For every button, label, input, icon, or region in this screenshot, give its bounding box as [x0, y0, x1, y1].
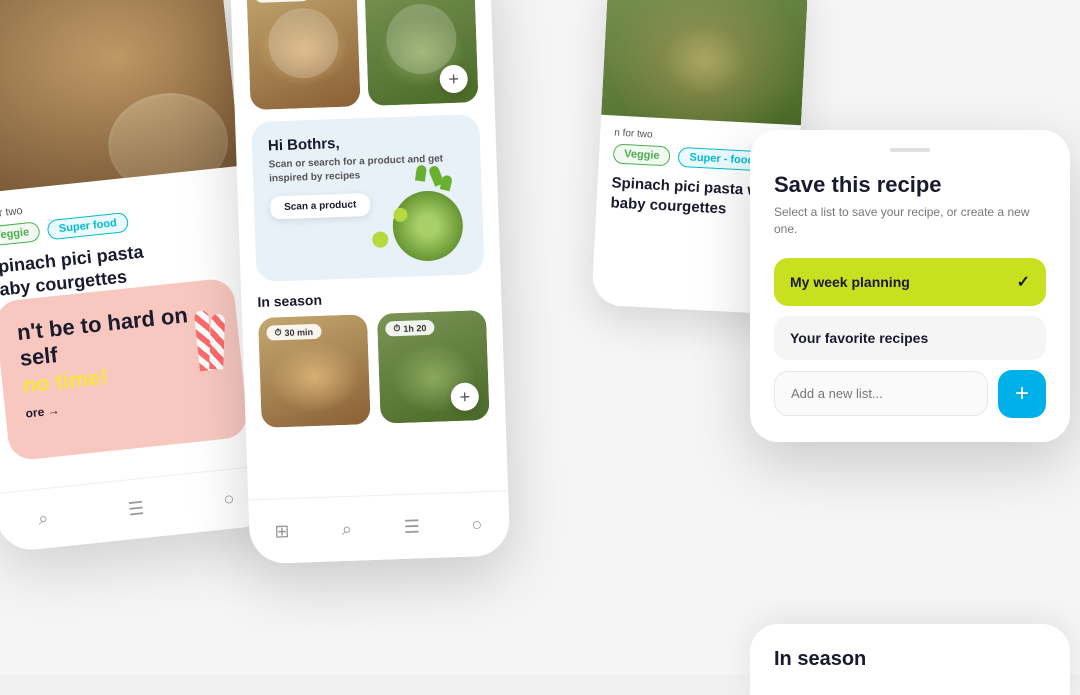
nav-user-icon[interactable]: ○ — [216, 486, 242, 512]
recipe-thumb-1: ⏱ 30 min — [246, 0, 360, 110]
phone2-top-row: ⏱ 30 min ⏱ 1h 20 + — [230, 0, 495, 111]
lime-1 — [372, 231, 389, 248]
add-list-input[interactable] — [774, 371, 988, 416]
tag-veggie: Veggie — [0, 221, 41, 247]
app-scene: n for two Veggie Super food Spinach pici… — [0, 0, 1080, 675]
time-badge-3: ⏱ 30 min — [266, 324, 321, 341]
hi-card: Hi Bothrs, Scan or search for a product … — [251, 114, 484, 282]
list-option-week-planning[interactable]: My week planning ✓ — [774, 258, 1046, 306]
season-thumb-2: ⏱ 1h 20 + — [377, 310, 490, 424]
food-circle-1 — [267, 7, 339, 79]
in-season-bottom-title: In season — [774, 648, 1046, 671]
checkmark-icon: ✓ — [1017, 272, 1030, 292]
in-season-bottom: In season — [750, 624, 1070, 695]
add-list-row: + — [774, 370, 1046, 418]
scan-button[interactable]: Scan a product — [270, 193, 371, 219]
phone-card-2: ⏱ 30 min ⏱ 1h 20 + Hi Bothrs, — [230, 0, 511, 564]
nav-list-icon[interactable]: ☰ — [123, 496, 149, 522]
recipe-thumb-2: ⏱ 1h 20 + — [364, 0, 478, 106]
time-badge-4: ⏱ 1h 20 — [385, 320, 435, 337]
phone2-nav-home-icon[interactable]: ⊞ — [270, 519, 295, 544]
phone2-bottom-nav: ⊞ ⌕ ☰ ○ — [248, 490, 510, 564]
tag-superfood: Super food — [47, 212, 129, 240]
phone2-nav-search-icon[interactable]: ⌕ — [334, 517, 359, 542]
phone2-nav-list-icon[interactable]: ☰ — [399, 514, 424, 539]
phone3-tag-veggie: Veggie — [613, 143, 671, 166]
candy-cane-decoration — [164, 288, 232, 374]
season-thumb-1: ⏱ 30 min — [258, 314, 371, 428]
add-fab-season[interactable]: + — [450, 382, 479, 411]
save-recipe-title: Save this recipe — [774, 172, 1046, 198]
food-image-top — [0, 0, 241, 195]
season-thumbs: ⏱ 30 min ⏱ 1h 20 + — [242, 309, 506, 428]
list-option-favorites[interactable]: Your favorite recipes — [774, 316, 1046, 360]
nav-search-icon[interactable]: ⌕ — [30, 506, 56, 532]
food-circle-2 — [385, 3, 457, 75]
hi-greeting: Hi Bothrs, — [268, 131, 464, 155]
bottom-sheet-handle — [890, 148, 930, 152]
candy-stick-2 — [209, 314, 225, 369]
microgreen-3 — [440, 174, 453, 191]
save-recipe-desc: Select a list to save your recipe, or cr… — [774, 204, 1046, 238]
herb-decoration — [392, 190, 464, 262]
add-list-button[interactable]: + — [998, 370, 1046, 418]
thumb-food-1 — [246, 0, 360, 110]
save-recipe-panel: Save this recipe Select a list to save y… — [750, 130, 1070, 442]
phone3-food-top — [601, 0, 809, 125]
promo-card: n't be to hard on self no time! ore → — [0, 277, 249, 461]
phone2-nav-user-icon[interactable]: ○ — [464, 512, 489, 537]
